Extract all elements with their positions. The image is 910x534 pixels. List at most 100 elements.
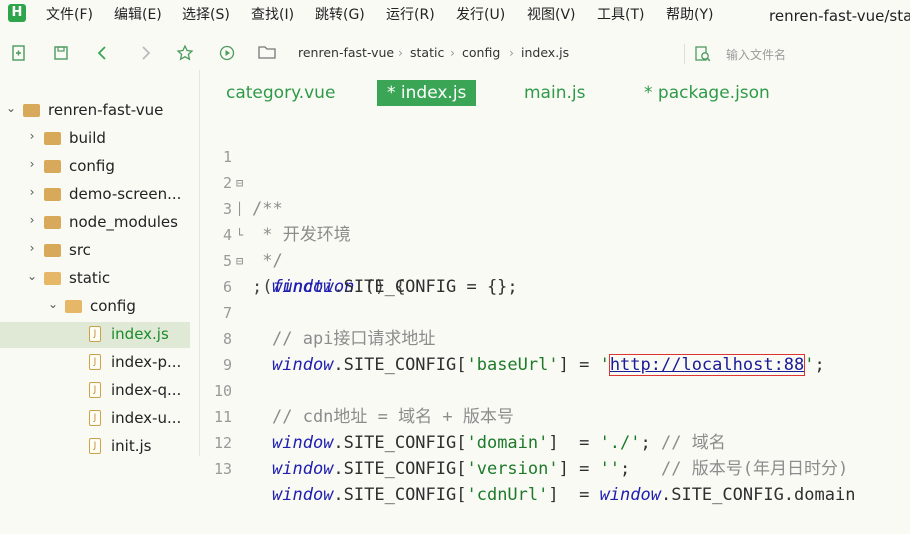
- tree-label: index-q...: [111, 381, 182, 399]
- tree-item-src[interactable]: › src: [0, 238, 190, 264]
- tree-label: config: [69, 157, 115, 175]
- code-line: 3 └ */: [200, 170, 910, 271]
- chevron-right-icon[interactable]: ›: [26, 213, 38, 227]
- tree-label: index.js: [111, 325, 169, 343]
- file-search-input[interactable]: [724, 44, 908, 66]
- chevron-down-icon[interactable]: ⌄: [26, 269, 38, 283]
- save-icon[interactable]: [52, 44, 70, 62]
- tree-item-demo-screen[interactable]: › demo-screen...: [0, 182, 190, 208]
- tree-label: static: [69, 269, 111, 287]
- chevron-right-icon: ›: [450, 45, 455, 60]
- code-line: 4 ⊟ ;(function () {: [200, 196, 910, 297]
- tree-item-init-js[interactable]: J init.js: [0, 434, 190, 460]
- tree-label: init.js: [111, 437, 152, 455]
- tree-label: build: [69, 129, 106, 147]
- tree-item-static-config[interactable]: ⌄ config: [0, 294, 190, 320]
- tree-item-index-q[interactable]: J index-q...: [0, 378, 190, 404]
- chevron-right-icon[interactable]: ›: [26, 185, 38, 199]
- tab-main-js[interactable]: main.js: [524, 80, 585, 106]
- tree-root[interactable]: ⌄ renren-fast-vue: [0, 98, 190, 124]
- tree-item-config[interactable]: › config: [0, 154, 190, 180]
- back-icon[interactable]: [94, 44, 112, 62]
- run-icon[interactable]: [218, 44, 236, 62]
- tree-label: node_modules: [69, 213, 178, 231]
- code-text: window.SITE_CONFIG['version'] = ''; // 版…: [272, 459, 849, 479]
- code-line: 10 // cdn地址 = 域名 + 版本号: [200, 352, 910, 427]
- menu-help[interactable]: 帮助(Y): [666, 4, 713, 24]
- tree-item-index-js[interactable]: J index.js: [0, 322, 190, 348]
- forward-icon[interactable]: [136, 44, 154, 62]
- tree-item-static[interactable]: ⌄ static: [0, 266, 190, 292]
- chevron-right-icon[interactable]: ›: [26, 129, 38, 143]
- menu-edit[interactable]: 编辑(E): [114, 4, 162, 24]
- tree-item-index-p[interactable]: J index-p...: [0, 350, 190, 376]
- menu-view[interactable]: 视图(V): [527, 4, 576, 24]
- star-icon[interactable]: [176, 44, 194, 62]
- menu-find[interactable]: 查找(I): [251, 4, 294, 24]
- breadcrumb-item[interactable]: renren-fast-vue: [298, 45, 394, 60]
- code-line: 5 window.SITE_CONFIG = {};: [200, 222, 910, 297]
- breadcrumb-item[interactable]: config: [462, 45, 500, 60]
- project-explorer: ⌄ renren-fast-vue › build › config › dem…: [0, 70, 200, 456]
- folder-icon: [44, 216, 61, 229]
- code-line: 8 window.SITE_CONFIG['baseUrl'] = 'http:…: [200, 300, 910, 376]
- tab-package-json[interactable]: * package.json: [644, 80, 770, 106]
- menu-select[interactable]: 选择(S): [182, 4, 230, 24]
- code-editor[interactable]: 1 ⊟ /** 2 │ * 开发环境 3 └ */ 4 ⊟ ;(function…: [200, 118, 910, 505]
- chevron-right-icon: ›: [398, 45, 403, 60]
- tab-category-vue[interactable]: category.vue: [226, 80, 335, 106]
- new-file-icon[interactable]: [10, 44, 28, 62]
- js-file-icon: J: [89, 438, 101, 454]
- tree-item-index-u[interactable]: J index-u...: [0, 406, 190, 432]
- menu-bar: H 文件(F) 编辑(E) 选择(S) 查找(I) 跳转(G) 运行(R) 发行…: [0, 0, 910, 28]
- js-file-icon: J: [89, 410, 101, 426]
- chevron-down-icon[interactable]: ⌄: [47, 297, 59, 311]
- editor-tabs: category.vue * index.js main.js * packag…: [200, 78, 910, 108]
- code-line: 13 window.SITE_CONFIG['cdnUrl'] = window…: [200, 430, 910, 505]
- code-line: 1 ⊟ /**: [200, 118, 910, 219]
- tree-label: src: [69, 241, 91, 259]
- menu-run[interactable]: 运行(R): [386, 4, 435, 24]
- divider: [684, 44, 685, 64]
- breadcrumb-item[interactable]: index.js: [521, 45, 569, 60]
- code-line: 7 // api接口请求地址: [200, 274, 910, 349]
- folder-open-icon: [44, 272, 61, 285]
- code-line: 9: [200, 326, 910, 374]
- menu-publish[interactable]: 发行(U): [456, 4, 505, 24]
- tree-label: index-p...: [111, 353, 182, 371]
- tree-label: demo-screen...: [69, 185, 182, 203]
- tree-label: renren-fast-vue: [48, 101, 164, 119]
- code-line: 12 window.SITE_CONFIG['version'] = ''; /…: [200, 404, 910, 479]
- js-file-icon: J: [89, 354, 101, 370]
- code-text: window.SITE_CONFIG['cdnUrl'] = window.SI…: [272, 485, 856, 505]
- code-line: 6: [200, 248, 910, 296]
- chevron-right-icon[interactable]: ›: [26, 157, 38, 171]
- chevron-right-icon[interactable]: ›: [26, 241, 38, 255]
- tree-item-build[interactable]: › build: [0, 126, 190, 152]
- js-file-icon: J: [89, 326, 101, 342]
- tree-label: index-u...: [111, 409, 182, 427]
- tab-index-js[interactable]: * index.js: [377, 80, 477, 106]
- window-title: renren-fast-vue/stat: [769, 7, 910, 25]
- breadcrumb-item[interactable]: static: [410, 45, 444, 60]
- js-file-icon: J: [89, 382, 101, 398]
- menu-tools[interactable]: 工具(T): [597, 4, 644, 24]
- app-logo: H: [8, 4, 26, 22]
- folder-icon: [258, 44, 276, 63]
- folder-open-icon: [65, 300, 82, 313]
- folder-icon: [44, 244, 61, 257]
- project-icon: [23, 104, 40, 117]
- menu-goto[interactable]: 跳转(G): [315, 4, 365, 24]
- file-search-icon[interactable]: [694, 45, 712, 63]
- tree-item-node-modules[interactable]: › node_modules: [0, 210, 190, 236]
- folder-icon: [44, 188, 61, 201]
- folder-icon: [44, 132, 61, 145]
- menu-file[interactable]: 文件(F): [46, 4, 93, 24]
- code-line: 11 window.SITE_CONFIG['domain'] = './'; …: [200, 378, 910, 453]
- folder-icon: [44, 160, 61, 173]
- code-line: 2 │ * 开发环境: [200, 144, 910, 245]
- chevron-right-icon: ›: [509, 45, 514, 60]
- chevron-down-icon[interactable]: ⌄: [5, 101, 17, 115]
- line-number: 13: [213, 460, 232, 478]
- tree-label: config: [90, 297, 136, 315]
